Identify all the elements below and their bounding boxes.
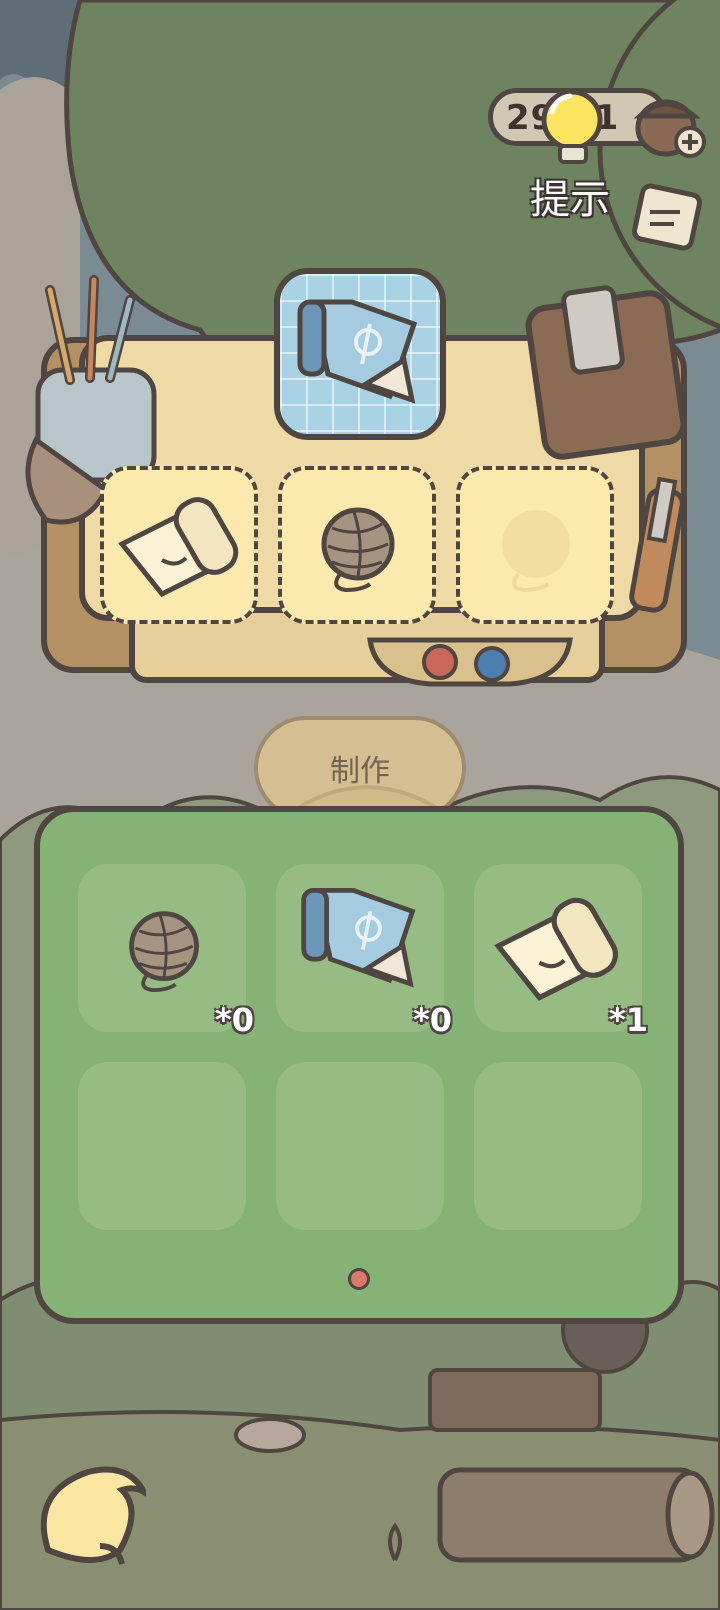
inventory-count-1: *0 bbox=[215, 1001, 254, 1039]
inventory-slot-6[interactable] bbox=[474, 1062, 642, 1230]
craft-slot-3[interactable] bbox=[456, 466, 614, 624]
yarn-ball-icon bbox=[321, 507, 395, 593]
blueprint-icon bbox=[301, 888, 416, 988]
yarn-ball-placeholder-icon bbox=[502, 510, 570, 593]
paper-scroll-icon bbox=[118, 497, 239, 598]
inventory-slot-4[interactable] bbox=[78, 1062, 246, 1230]
recipe-card bbox=[274, 268, 446, 440]
lightbulb-icon[interactable] bbox=[538, 86, 608, 170]
inventory-slot-5[interactable] bbox=[276, 1062, 444, 1230]
inventory-count-3: *1 bbox=[609, 1001, 648, 1039]
note-icon[interactable] bbox=[628, 182, 706, 256]
blueprint-icon bbox=[297, 299, 418, 404]
craft-slot-2[interactable] bbox=[278, 466, 436, 624]
page-indicator-dot bbox=[348, 1268, 370, 1290]
back-button[interactable] bbox=[28, 1460, 146, 1578]
inventory-count-2: *0 bbox=[413, 1001, 452, 1039]
paper-scroll-icon bbox=[494, 897, 619, 1001]
acorn-icon[interactable] bbox=[628, 76, 712, 164]
craft-button-label: 制作 bbox=[330, 754, 390, 789]
yarn-ball-icon bbox=[129, 911, 199, 993]
craft-slot-1[interactable] bbox=[100, 466, 258, 624]
craft-button[interactable]: 制作 bbox=[254, 716, 466, 820]
hint-label[interactable]: 提示 bbox=[530, 172, 630, 228]
